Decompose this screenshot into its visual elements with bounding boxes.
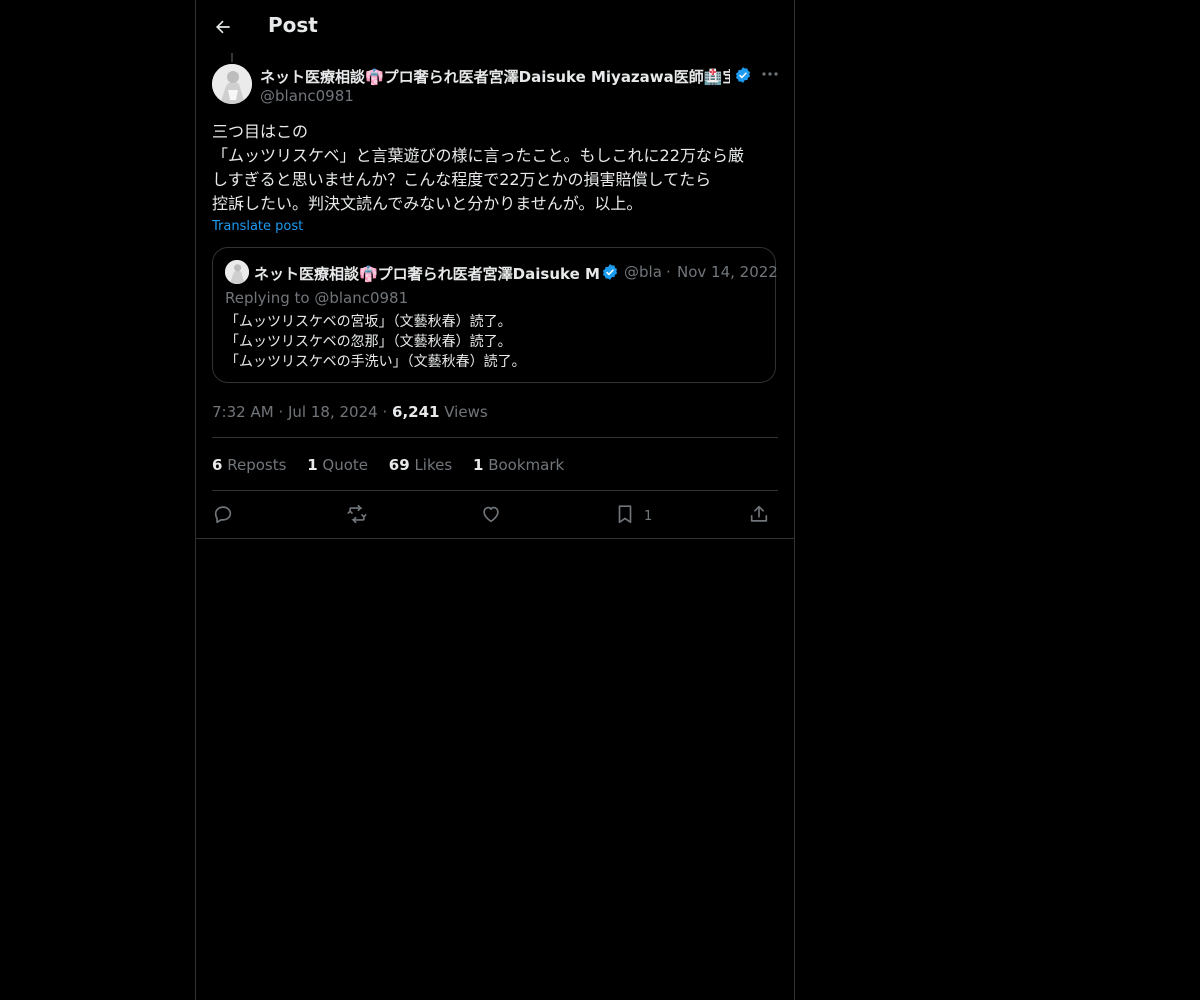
action-bar: 1: [212, 503, 778, 529]
bookmarks-stat[interactable]: 1 Bookmark: [473, 456, 564, 474]
post-text-line: 「ムッツリスケベ」と言葉遊びの様に言ったこと。もしこれに22万なら厳: [212, 146, 744, 165]
replying-to: Replying to @blanc0981: [225, 289, 409, 307]
avatar[interactable]: [212, 64, 252, 104]
divider: [212, 490, 778, 491]
quoted-text-line: 「ムッツリスケベの忽那」（文藝秋春）読了。: [225, 334, 512, 350]
back-arrow-icon[interactable]: [213, 17, 233, 37]
post-text-line: 三つ目はこの: [212, 122, 309, 141]
divider: [196, 538, 794, 539]
bookmarks-count: 1: [472, 456, 484, 474]
likes-count: 69: [388, 456, 410, 474]
likes-stat[interactable]: 69 Likes: [389, 456, 452, 474]
separator-dot: ·: [382, 403, 388, 421]
thread-connector: [231, 53, 233, 62]
main-column: Post ネット医療相談👘プロ奢られ医者宮澤Daisuke Miyazawa医師…: [195, 0, 795, 1000]
verified-badge-icon: [601, 263, 619, 281]
divider: [212, 437, 778, 438]
separator-dot: ·: [278, 403, 284, 421]
quoted-text-line: 「ムッツリスケベの手洗い」（文藝秋春）読了。: [225, 354, 526, 370]
post-text-line: 控訴したい。判決文読んでみないと分かりませんが。以上。: [212, 194, 643, 213]
verified-badge-icon: [734, 66, 752, 84]
quoted-text-line: 「ムッツリスケベの宮坂」（文藝秋春）読了。: [225, 314, 512, 330]
quoted-author-handle: @bla: [624, 263, 662, 281]
quoted-date: Nov 14, 2022: [677, 263, 778, 281]
likes-label: Likes: [414, 456, 453, 474]
author-name[interactable]: ネット医療相談👘プロ奢られ医者宮澤Daisuke Miyazawa医師🏥宝塚: [260, 66, 730, 87]
quotes-label: Quote: [322, 456, 369, 474]
reposts-count: 6: [212, 456, 223, 474]
page-title: Post: [268, 13, 318, 37]
reposts-label: Reposts: [227, 456, 287, 474]
separator-dot: ·: [666, 263, 671, 281]
views-count: 6,241: [392, 403, 440, 421]
quoted-post[interactable]: ネット医療相談👘プロ奢られ医者宮澤Daisuke Miy @bla · Nov …: [212, 247, 778, 383]
quotes-stat[interactable]: 1 Quote: [307, 456, 368, 474]
reply-icon[interactable]: [212, 503, 238, 529]
bookmark-icon[interactable]: [614, 503, 640, 529]
repost-icon[interactable]: [346, 503, 372, 529]
author-handle[interactable]: @blanc0981: [260, 87, 354, 105]
quoted-avatar: [225, 260, 249, 284]
engagement-stats: 6 Reposts 1 Quote 69 Likes 1 Bookmark: [212, 456, 580, 474]
reposts-stat[interactable]: 6 Reposts: [212, 456, 286, 474]
bookmark-count: 1: [644, 509, 653, 524]
quotes-count: 1: [307, 456, 318, 474]
quoted-author-name: ネット医療相談👘プロ奢られ医者宮澤Daisuke Miy: [254, 265, 599, 283]
post-text-line: しすぎると思いませんか？こんな程度で22万とかの損害賠償してたら: [212, 170, 712, 189]
like-icon[interactable]: [480, 503, 506, 529]
translate-post-link[interactable]: Translate post: [212, 219, 303, 234]
post-date[interactable]: Jul 18, 2024: [288, 403, 378, 421]
header: Post: [196, 0, 794, 53]
share-icon[interactable]: [748, 503, 774, 529]
post-time[interactable]: 7:32 AM: [212, 403, 274, 421]
post-meta: 7:32 AM · Jul 18, 2024 · 6,241 Views: [212, 403, 488, 421]
more-options-icon[interactable]: [760, 64, 780, 84]
post-text: 三つ目はこの 「ムッツリスケベ」と言葉遊びの様に言ったこと。もしこれに22万なら…: [212, 120, 780, 216]
quoted-text: 「ムッツリスケベの宮坂」（文藝秋春）読了。 「ムッツリスケベの忽那」（文藝秋春）…: [225, 312, 526, 372]
views-label: Views: [444, 403, 488, 421]
bookmarks-label: Bookmark: [488, 456, 565, 474]
